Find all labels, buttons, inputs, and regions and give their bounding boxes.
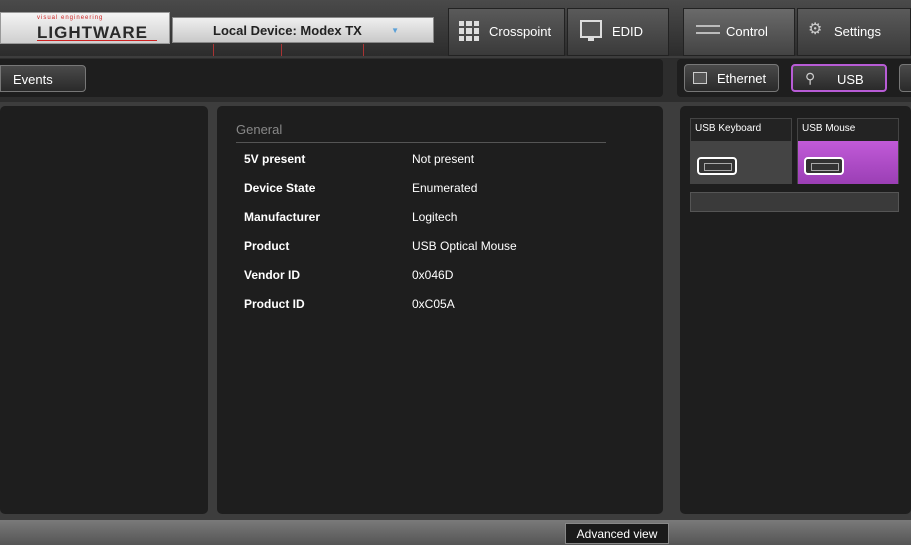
device-label: Local Device: Modex TX [213,23,362,38]
logo-underline [37,40,157,41]
property-row: Device State Enumerated [244,181,624,199]
control-icon [696,23,720,37]
left-panel [0,106,208,514]
section-divider [236,142,606,143]
device-details-panel: General 5V present Not present Device St… [217,106,663,514]
usb-plug-icon [804,157,844,175]
property-key: 5V present [244,152,306,166]
usb-button[interactable]: ⚲ USB [791,64,887,92]
property-row: Product USB Optical Mouse [244,239,624,257]
tab-label: Control [726,24,768,39]
events-button[interactable]: Events [0,65,86,92]
tab-label: Settings [834,24,881,39]
usb-card-body [798,141,898,184]
usb-card-label: USB Mouse [798,119,898,141]
device-signal-ticks [173,44,435,56]
usb-empty-slot[interactable] [690,192,899,212]
top-bar: visual engineering LIGHTWARE Local Devic… [0,0,911,56]
property-value: Not present [412,152,475,166]
property-key: Vendor ID [244,268,301,282]
tab-label: Crosspoint [489,24,552,39]
grid-icon [459,21,479,41]
tab-label: EDID [612,24,644,39]
app-window: visual engineering LIGHTWARE Local Devic… [0,0,911,545]
usb-devices-panel: USB Keyboard USB Mouse [680,106,911,514]
property-value: 0xC05A [412,297,455,311]
property-key: Product ID [244,297,305,311]
footer-bar: Advanced view [0,520,911,545]
chevron-down-icon: ▼ [391,26,399,35]
property-value: USB Optical Mouse [412,239,517,253]
tab-crosspoint[interactable]: Crosspoint [448,8,565,56]
property-value: Logitech [412,210,458,224]
tab-settings[interactable]: ⚙ Settings [797,8,911,56]
port-selector-bar: Ethernet ⚲ USB [677,59,911,97]
property-row: Vendor ID 0x046D [244,268,624,286]
property-row: 5V present Not present [244,152,624,170]
usb-label: USB [837,72,864,87]
usb-keyboard-card[interactable]: USB Keyboard [690,118,792,184]
usb-mouse-card[interactable]: USB Mouse [797,118,899,184]
usb-card-body [691,141,791,184]
property-key: Manufacturer [244,210,321,224]
tab-edid[interactable]: EDID [567,8,669,56]
monitor-icon [580,20,602,41]
usb-icon: ⚲ [805,70,816,86]
property-value: Enumerated [412,181,478,195]
ethernet-button[interactable]: Ethernet [684,64,779,92]
advanced-view-button[interactable]: Advanced view [565,523,669,544]
lightware-logo: visual engineering LIGHTWARE [0,12,170,44]
more-ports-button[interactable] [899,64,911,92]
gear-icon: ⚙ [808,21,823,38]
property-row: Manufacturer Logitech [244,210,624,228]
property-key: Device State [244,181,316,195]
device-selector[interactable]: Local Device: Modex TX ▼ [172,17,434,56]
usb-card-label: USB Keyboard [691,119,791,141]
ethernet-label: Ethernet [717,71,767,86]
usb-plug-icon [697,157,737,175]
sub-toolbar: Events Ethernet ⚲ USB [0,58,911,102]
property-key: Product [244,239,290,253]
ethernet-icon [693,72,707,84]
property-row: Product ID 0xC05A [244,297,624,315]
tab-control[interactable]: Control [683,8,795,56]
property-value: 0x046D [412,268,454,282]
section-title: General [236,122,283,137]
logo-tagline: visual engineering [37,15,104,21]
events-bar: Events [0,59,663,97]
